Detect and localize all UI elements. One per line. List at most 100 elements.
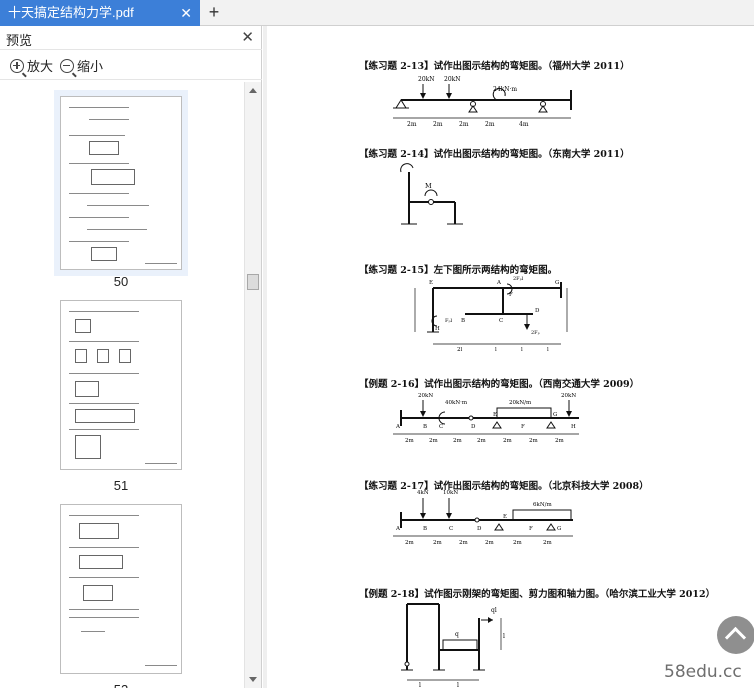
- dim-label: 2m: [529, 438, 538, 444]
- node-label: B: [423, 526, 427, 532]
- node-label: C: [499, 318, 503, 324]
- node-label: F: [509, 292, 513, 298]
- problem-title: 【练习题 2-14】试作出图示结构的弯矩图。（东南大学 2011）: [359, 149, 630, 160]
- close-icon[interactable]: ✕: [180, 0, 192, 26]
- moment-label: M: [425, 182, 432, 190]
- node-label: A: [496, 280, 502, 286]
- dim-label: 2m: [477, 438, 486, 444]
- dim-label: 2m: [453, 438, 462, 444]
- load-label: 20kN: [444, 76, 461, 83]
- sidebar-header: 预览 ✕: [0, 26, 262, 50]
- dim-label: l: [419, 682, 421, 688]
- beam-figure-2-16: 20kN 40kN·m 20kN/m 20kN A B C D E F G H …: [393, 393, 579, 444]
- page-thumbnail-52[interactable]: [60, 504, 182, 674]
- dim-label: 2m: [555, 438, 564, 444]
- load-label: 40kN·m: [445, 400, 468, 406]
- dim-label: 2m: [429, 438, 438, 444]
- load-label: 20kN: [418, 393, 433, 399]
- dim-label: 2m: [513, 540, 522, 546]
- node-label: G: [557, 526, 561, 532]
- node-label: C: [449, 526, 453, 532]
- node-label: B: [461, 318, 465, 324]
- node-label: F: [529, 526, 533, 532]
- node-label: H: [571, 424, 576, 430]
- node-label: E: [493, 412, 497, 418]
- tab-title: 十天搞定结构力学.pdf: [8, 5, 134, 20]
- page-number-51: 51: [113, 478, 129, 493]
- dim-label: l: [457, 682, 459, 688]
- dim-label: l: [547, 347, 549, 352]
- load-label: 2Fₚl: [513, 276, 524, 282]
- viewer-left-edge: [263, 26, 267, 688]
- beam-figure-2-17: 4kN 10kN 6kN/m A B C D E F G 2m 2m 2m 2m…: [393, 490, 573, 546]
- dim-label: 2m: [433, 540, 442, 546]
- dim-label: 2m: [433, 121, 443, 128]
- load-label: q: [455, 631, 459, 638]
- node-label: D: [471, 424, 476, 430]
- load-label: ql: [491, 607, 497, 614]
- dim-label: 2m: [459, 121, 469, 128]
- scroll-up-icon[interactable]: [249, 88, 257, 93]
- zoom-in-label: 放大: [27, 59, 54, 74]
- scrollbar-thumb[interactable]: [247, 274, 259, 290]
- preview-sidebar: 预览 ✕ 放大 缩小 50 51: [0, 26, 262, 688]
- node-label: F: [521, 424, 525, 430]
- dim-label: 2m: [405, 540, 414, 546]
- page-thumbnail-51[interactable]: [60, 300, 182, 470]
- frame-figure-2-18: ql q l l l: [401, 603, 505, 688]
- dim-label: l: [521, 347, 523, 352]
- page-number-52: 52: [60, 682, 182, 688]
- tab-bar: 十天搞定结构力学.pdf ✕ +: [0, 0, 754, 26]
- frame-figure-2-14: M: [400, 163, 463, 225]
- load-label: 4kN: [417, 490, 429, 496]
- beam-figure-2-13: 20kN 20kN 24kN·m 2m 2m 2m 2m 4m: [393, 76, 572, 128]
- dim-label: l: [495, 347, 497, 352]
- dim-label: 2m: [543, 540, 552, 546]
- dim-label: 2m: [503, 438, 512, 444]
- node-label: B: [423, 424, 427, 430]
- dim-label: 2m: [459, 540, 468, 546]
- zoom-out-button[interactable]: 缩小: [60, 56, 104, 78]
- dim-label: 2m: [407, 121, 417, 128]
- dim-label: 2m: [405, 438, 414, 444]
- load-label: 20kN: [418, 76, 435, 83]
- frame-figure-2-15: E A F G B C D H 2Fₚl Fₚl 2Fₚ 2l l l l: [414, 276, 568, 352]
- load-label: Fₚl: [445, 318, 452, 324]
- load-label: 20kN/m: [509, 400, 532, 406]
- problem-title: 【练习题 2-13】试作出图示结构的弯矩图。（福州大学 2011）: [359, 61, 630, 72]
- page-number-50: 50: [113, 274, 129, 289]
- scroll-to-top-button[interactable]: [717, 616, 754, 654]
- load-label: 2Fₚ: [531, 330, 540, 336]
- load-label: 6kN/m: [533, 502, 552, 508]
- zoom-out-icon: [60, 58, 77, 78]
- page-thumbnail-50[interactable]: [60, 96, 182, 270]
- load-label: 10kN: [443, 490, 458, 496]
- node-label: D: [477, 526, 482, 532]
- node-label: C: [439, 424, 443, 430]
- zoom-out-label: 缩小: [77, 59, 104, 74]
- close-icon[interactable]: ✕: [241, 28, 254, 46]
- zoom-in-button[interactable]: 放大: [10, 56, 54, 78]
- thumbnail-list: 50 51: [0, 82, 244, 688]
- zoom-in-icon: [10, 58, 27, 78]
- node-label: H: [435, 326, 440, 332]
- dim-label: 2m: [485, 121, 495, 128]
- document-viewer[interactable]: 【练习题 2-13】试作出图示结构的弯矩图。（福州大学 2011） 20kN 2…: [263, 26, 754, 688]
- sidebar-scrollbar[interactable]: [244, 82, 261, 688]
- dim-label: 2m: [485, 540, 494, 546]
- dim-label: l: [503, 633, 505, 640]
- load-label: 24kN·m: [493, 86, 517, 93]
- document-tab[interactable]: 十天搞定结构力学.pdf ✕: [0, 0, 200, 26]
- dim-label: 4m: [519, 121, 529, 128]
- node-label: E: [503, 514, 507, 520]
- dim-label: 2l: [457, 347, 462, 352]
- scroll-down-icon[interactable]: [249, 677, 257, 682]
- zoom-toolbar: 放大 缩小: [0, 52, 262, 80]
- new-tab-button[interactable]: +: [204, 0, 224, 26]
- node-label: D: [535, 308, 540, 314]
- node-label: G: [553, 412, 557, 418]
- watermark-text: 58edu.cc: [664, 662, 742, 682]
- node-label: E: [429, 280, 433, 286]
- load-label: 20kN: [561, 393, 576, 399]
- sidebar-title: 预览: [6, 33, 33, 48]
